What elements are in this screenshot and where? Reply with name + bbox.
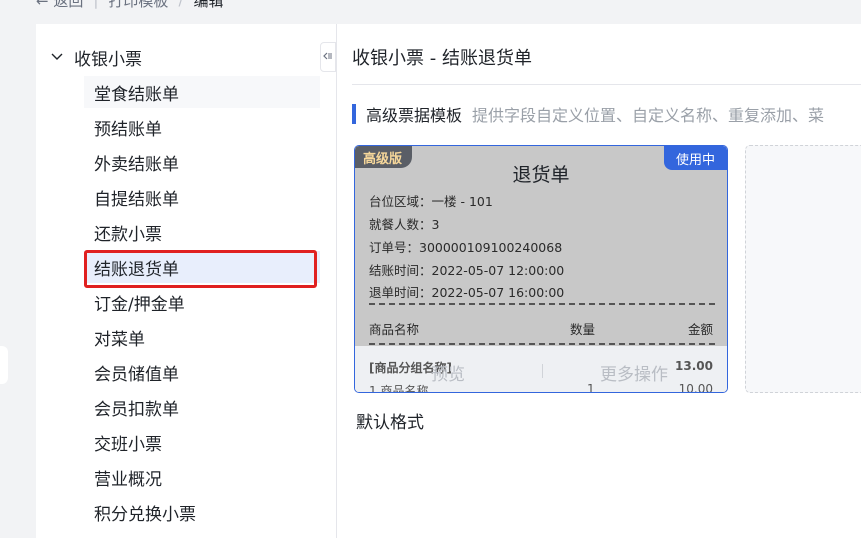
page-title: 收银小票 - 结账退货单 [352, 48, 532, 69]
sidebar-item-member-deduct[interactable]: 会员扣款单 [84, 391, 320, 423]
sidebar-item-label: 结账退货单 [94, 259, 179, 280]
receipt-dashed-rule [369, 303, 715, 305]
sidebar-item-dish-check[interactable]: 对菜单 [84, 321, 320, 353]
add-template-card[interactable] [745, 145, 861, 393]
sidebar-item-shift[interactable]: 交班小票 [84, 426, 320, 458]
group-label: 收银小票 [74, 49, 142, 70]
collapse-button[interactable] [320, 42, 336, 72]
pro-badge: 高级版 [355, 146, 413, 168]
receipt-line: 订单号：300000109100240068 [369, 240, 563, 255]
main-panel: 收银小票 - 结账退货单 高级票据模板 提供字段自定义位置、自定义名称、重复添加… [337, 24, 861, 538]
action-separator [542, 364, 543, 378]
template-card[interactable]: 退货单 台位区域：一楼 - 101 就餐人数：3 订单号：30000010910… [354, 145, 728, 393]
receipt-header-name: 商品名称 [369, 322, 420, 337]
group-header[interactable]: 收银小票 [50, 44, 142, 70]
sidebar-item-label: 还款小票 [94, 224, 162, 245]
chevron-down-icon [50, 50, 64, 64]
receipt-dashed-rule [369, 343, 715, 345]
receipt-line: 就餐人数：3 [369, 217, 440, 232]
receipt-item-row: 1.商品名称 [369, 384, 429, 393]
title-divider [352, 84, 861, 85]
left-edge-tab [0, 346, 8, 384]
breadcrumb-current: 编辑 [193, 0, 224, 10]
section-header: 高级票据模板 提供字段自定义位置、自定义名称、重复添加、菜 [352, 103, 824, 125]
sidebar-item-label: 对菜单 [94, 329, 145, 350]
collapse-left-icon [323, 50, 333, 64]
receipt-line: 退单时间：2022-05-07 16:00:00 [369, 285, 565, 300]
in-use-badge: 使用中 [663, 146, 727, 170]
preview-button[interactable]: 预览 [431, 360, 465, 385]
sidebar-item-refund[interactable]: 结账退货单 [84, 251, 320, 283]
section-title: 高级票据模板 [366, 106, 463, 125]
back-link[interactable]: ← 返回 [36, 0, 83, 11]
sidebar-item-label: 会员扣款单 [94, 399, 179, 420]
breadcrumb-parent[interactable]: 打印模板 [108, 0, 168, 11]
sidebar-item-takeout[interactable]: 外卖结账单 [84, 146, 320, 178]
receipt-line: 结账时间：2022-05-07 12:00:00 [369, 263, 565, 278]
sidebar-item-label: 预结账单 [94, 119, 162, 140]
receipt-header-amount: 金额 [687, 322, 713, 337]
more-actions-button[interactable]: 更多操作 [600, 360, 668, 385]
template-name: 默认格式 [356, 413, 424, 433]
sidebar: 收银小票 堂食结账单 预结账单 外卖结账单 自提结账单 还款小票 结账退货单 订… [36, 24, 336, 538]
sidebar-item-label: 堂食结账单 [94, 84, 179, 105]
sidebar-item-pre-bill[interactable]: 预结账单 [84, 111, 320, 143]
receipt-item-qty: 1 [587, 382, 595, 393]
back-label: 返回 [53, 0, 84, 10]
receipt-item-amount: 10.00 [678, 382, 713, 393]
breadcrumb-slash: / [178, 0, 184, 9]
section-accent-bar [352, 104, 356, 124]
breadcrumb: ← 返回 | 打印模板 / 编辑 [36, 0, 224, 10]
receipt-preview: 退货单 台位区域：一楼 - 101 就餐人数：3 订单号：30000010910… [355, 146, 727, 392]
sidebar-item-deposit[interactable]: 订金/押金单 [84, 286, 320, 318]
sidebar-item-label: 外卖结账单 [94, 154, 179, 175]
receipt-group-amount: 13.00 [675, 359, 713, 373]
sidebar-item-label: 会员储值单 [94, 364, 179, 385]
sidebar-item-dine-in[interactable]: 堂食结账单 [84, 76, 320, 108]
sidebar-item-overview[interactable]: 营业概况 [84, 461, 320, 493]
sidebar-item-label: 积分兑换小票 [94, 504, 196, 525]
sidebar-item-label: 营业概况 [94, 469, 162, 490]
sidebar-item-label: 交班小票 [94, 434, 162, 455]
sidebar-item-repayment[interactable]: 还款小票 [84, 216, 320, 248]
sidebar-item-pickup[interactable]: 自提结账单 [84, 181, 320, 213]
receipt-line: 台位区域：一楼 - 101 [369, 194, 493, 209]
sidebar-item-points[interactable]: 积分兑换小票 [84, 496, 320, 528]
receipt-header-qty: 数量 [570, 322, 596, 337]
breadcrumb-separator: | [93, 0, 99, 9]
sidebar-item-label: 订金/押金单 [94, 294, 185, 315]
section-description: 提供字段自定义位置、自定义名称、重复添加、菜 [472, 106, 825, 125]
sidebar-item-label: 自提结账单 [94, 189, 179, 210]
sidebar-item-member-topup[interactable]: 会员储值单 [84, 356, 320, 388]
